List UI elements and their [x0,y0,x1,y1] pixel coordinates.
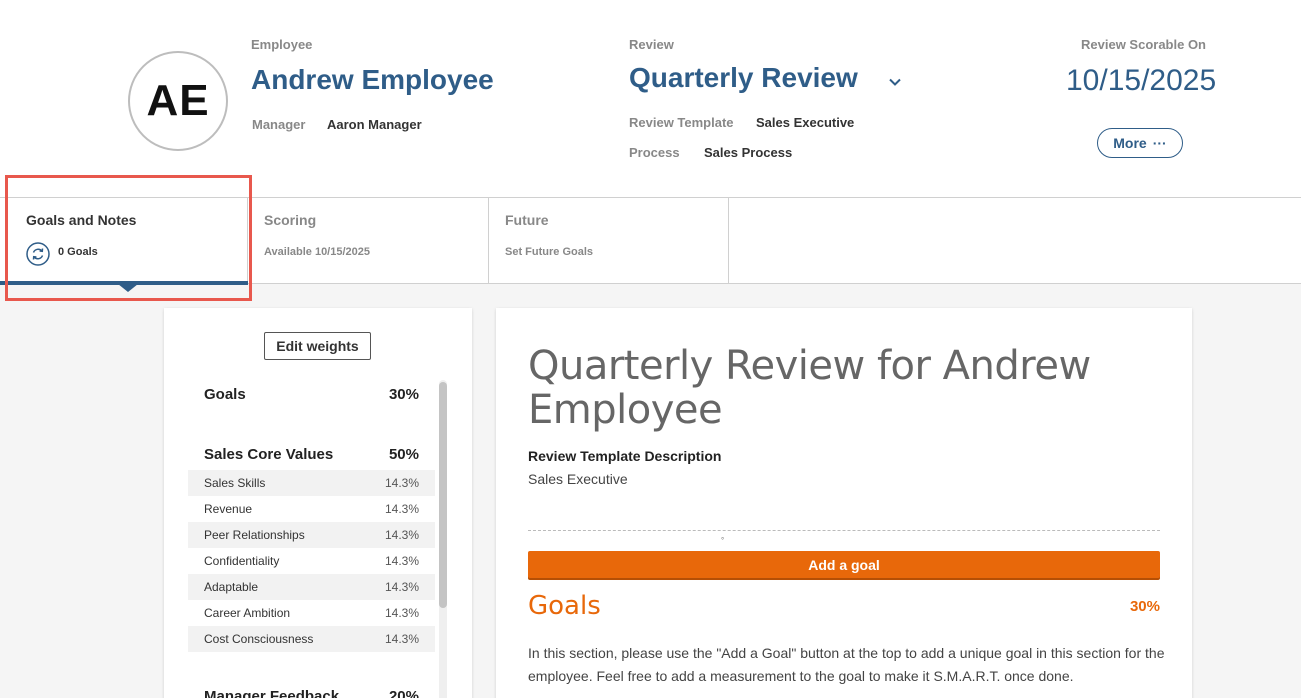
sync-icon [26,242,50,266]
employee-label: Employee [251,37,313,52]
tab-subtitle: Set Future Goals [505,246,594,258]
weight-item-name: Adaptable [204,580,259,594]
weight-item-pct: 14.3% [384,476,419,490]
review-tabs: Goals and Notes 0 Goals Scoring Availabl… [0,197,1301,292]
weight-item-name: Confidentiality [204,554,280,568]
tab-subtitle: Available 10/15/2025 [264,246,371,258]
weight-item-name: Career Ambition [204,606,291,620]
description-value: Sales Executive [528,471,628,487]
tab-scoring[interactable]: Scoring Available 10/15/2025 [248,198,489,284]
avatar: AE [128,51,228,151]
weight-item-name: Sales Skills [204,476,266,490]
manager-name: Aaron Manager [327,117,422,132]
goals-section-title: Goals [528,591,601,621]
template-label: Review Template [629,115,734,130]
tab-goals-and-notes[interactable]: Goals and Notes 0 Goals [0,198,248,292]
manager-label: Manager [252,117,306,132]
weight-item-list: Sales Skills 14.3% Revenue 14.3% Peer Rela… [188,470,435,652]
weight-section-header: Sales Core Values 50% [188,442,435,466]
tab-subtitle: 0 Goals [58,246,98,258]
weight-item: Confidentiality 14.3% [188,548,435,574]
tab-title: Scoring [264,212,317,228]
weight-section-goals: Goals 30% [188,382,435,406]
more-button[interactable]: More ··· [1097,128,1183,158]
weight-section-pct: 20% [388,687,419,698]
weight-item: Adaptable 14.3% [188,574,435,600]
active-tab-caret [118,284,138,292]
more-label: More [1113,135,1147,151]
weight-item: Revenue 14.3% [188,496,435,522]
review-name[interactable]: Quarterly Review [629,62,858,94]
template-value: Sales Executive [756,115,855,130]
weight-section-name: Goals [204,385,246,403]
scorable-date: 10/15/2025 [1066,64,1217,97]
weight-section-manager-feedback: Manager Feedback 20% [188,684,435,698]
edit-weights-button[interactable]: Edit weights [264,332,371,360]
review-main-panel: Quarterly Review for Andrew Employee Rev… [496,308,1192,698]
review-header: AE Employee Andrew Employee Manager Aaro… [0,0,1301,198]
weight-section-core-values: Sales Core Values 50% Sales Skills 14.3% … [188,442,435,652]
more-dots-icon: ··· [1152,135,1167,151]
add-goal-button[interactable]: Add a goal [528,551,1160,578]
employee-name: Andrew Employee [251,64,494,95]
weight-item-pct: 14.3% [384,606,419,620]
weight-item: Peer Relationships 14.3% [188,522,435,548]
weight-section-name: Manager Feedback [204,687,340,698]
scrollbar-thumb[interactable] [439,382,447,608]
weights-panel: Edit weights Goals 30% Sales Core Values… [164,308,472,698]
process-value: Sales Process [704,145,793,160]
drag-handle-icon: ° [721,536,725,545]
scorable-label: Review Scorable On [1081,37,1206,52]
description-label: Review Template Description [528,448,722,464]
weight-item-pct: 14.3% [384,502,419,516]
weight-section-pct: 30% [388,385,419,403]
weight-item: Sales Skills 14.3% [188,470,435,496]
tab-future[interactable]: Future Set Future Goals [489,198,729,284]
weight-section-name: Sales Core Values [204,445,334,463]
goals-instructions: In this section, please use the "Add a G… [528,645,1165,684]
tab-title: Future [505,212,549,228]
weight-item: Cost Consciousness 14.3% [188,626,435,652]
weight-item: Career Ambition 14.3% [188,600,435,626]
review-label: Review [629,37,674,52]
weight-item-pct: 14.3% [384,580,419,594]
goals-section-pct: 30% [1129,598,1160,615]
divider [528,530,1160,531]
weight-section-header: Goals 30% [188,382,435,406]
process-label: Process [629,145,680,160]
weight-item-name: Peer Relationships [204,528,305,542]
chevron-down-icon[interactable] [887,74,903,90]
weights-scrollbar[interactable] [439,380,447,698]
weight-item-pct: 14.3% [384,528,419,542]
weight-section-header: Manager Feedback 20% [188,684,435,698]
weight-item-pct: 14.3% [384,554,419,568]
weight-section-pct: 50% [388,445,419,463]
weight-item-pct: 14.3% [384,632,419,646]
tab-title: Goals and Notes [26,212,137,228]
weight-item-name: Cost Consciousness [204,632,314,646]
weight-item-name: Revenue [204,502,253,516]
page-title: Quarterly Review for Andrew Employee [528,343,1091,433]
